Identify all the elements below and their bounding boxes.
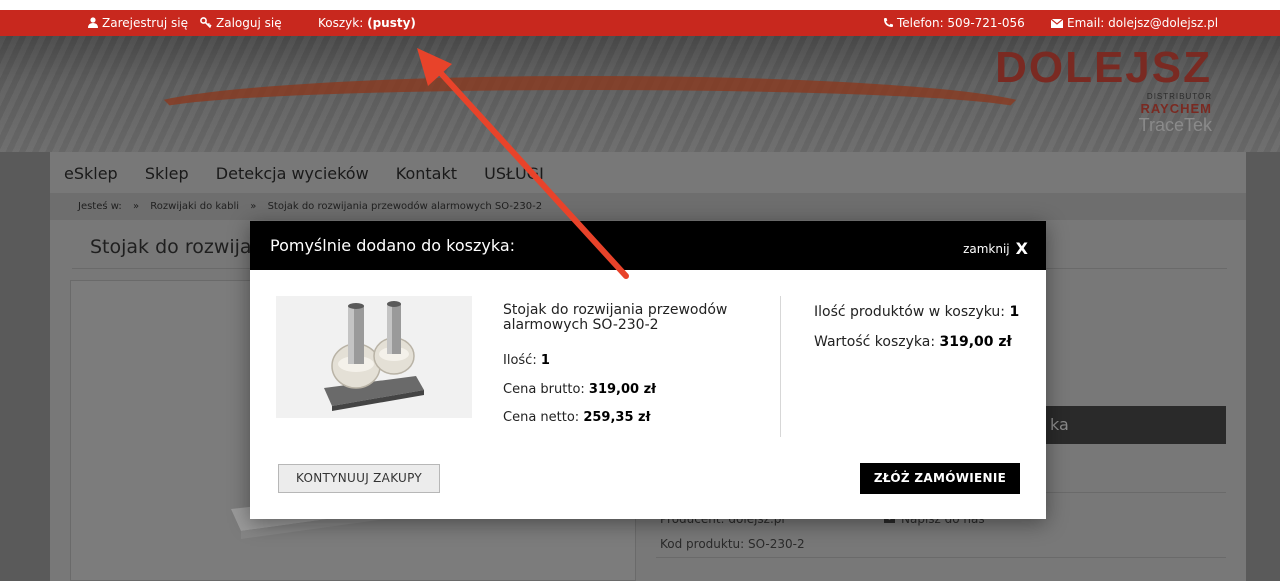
modal-header: Pomyślnie dodano do koszyka: zamknij X (250, 221, 1046, 270)
qty-value: 1 (540, 353, 550, 368)
add-to-cart-bar[interactable]: ka (1046, 406, 1226, 444)
top-bar: Zarejestruj się Zaloguj się Koszyk: (pus… (0, 10, 1280, 36)
product-thumbnail (276, 296, 472, 418)
email-link[interactable]: Email: dolejsz@dolejsz.pl (1050, 10, 1219, 36)
cart-total-value: Wartość koszyka: 319,00 zł (814, 334, 1012, 350)
envelope-icon (1050, 18, 1064, 28)
product-name[interactable]: Stojak do rozwijania przewodów alarmowyc… (503, 303, 763, 333)
divider (1046, 492, 1226, 493)
vertical-divider (780, 296, 781, 437)
cart-value-amount: 319,00 zł (939, 334, 1012, 350)
key-icon (200, 17, 212, 29)
cart-item-count: Ilość produktów w koszyku: 1 (814, 304, 1019, 320)
added-to-cart-modal: Pomyślnie dodano do koszyka: zamknij X St… (250, 221, 1046, 519)
qty-label: Ilość: (503, 353, 537, 368)
gross-value: 319,00 zł (588, 382, 657, 397)
breadcrumb-sep: » (132, 201, 140, 212)
gross-label: Cena brutto: (503, 382, 585, 397)
cart-label: Koszyk: (318, 16, 364, 30)
email-text: Email: dolejsz@dolejsz.pl (1067, 16, 1219, 30)
cable-stand-image (324, 301, 424, 411)
breadcrumb: Jesteś w: » Rozwijaki do kabli » Stojak … (78, 201, 550, 212)
cart-status: (pusty) (367, 16, 416, 30)
nav-item-sklep[interactable]: Sklep (145, 164, 189, 183)
phone-text: Telefon: 509-721-056 (897, 16, 1025, 30)
nav-item-esklep[interactable]: eSklep (64, 164, 118, 183)
site-logo[interactable]: DOLEJSZ DISTRIBUTOR RAYCHEM TraceTek (995, 43, 1212, 135)
breadcrumb-prefix: Jesteś w: (78, 201, 122, 212)
product-page-title: Stojak do rozwijan (90, 236, 264, 258)
divider (656, 557, 1226, 558)
logo-brand: DOLEJSZ (995, 43, 1212, 92)
register-link[interactable]: Zarejestruj się (88, 10, 188, 36)
product-quantity: Ilość: 1 (503, 353, 550, 368)
net-label: Cena netto: (503, 410, 580, 425)
cart-count-label: Ilość produktów w koszyku: (814, 304, 1006, 320)
user-icon (88, 17, 98, 28)
nav-item-uslugi[interactable]: USŁUGI (484, 164, 544, 183)
cart-count-value: 1 (1009, 304, 1020, 320)
phone-icon (884, 18, 893, 27)
header-banner: DOLEJSZ DISTRIBUTOR RAYCHEM TraceTek (0, 36, 1280, 152)
login-label: Zaloguj się (216, 16, 282, 30)
breadcrumb-sep: » (250, 201, 257, 212)
continue-shopping-button[interactable]: KONTYNUUJ ZAKUPY (278, 464, 440, 493)
breadcrumb-current: Stojak do rozwijania przewodów alarmowyc… (267, 201, 543, 212)
nav-item-kontakt[interactable]: Kontakt (396, 164, 457, 183)
price-net: Cena netto: 259,35 zł (503, 410, 650, 425)
breadcrumb-item[interactable]: Rozwijaki do kabli (150, 201, 239, 212)
modal-title: Pomyślnie dodano do koszyka: (270, 236, 516, 255)
register-label: Zarejestruj się (102, 16, 188, 30)
place-order-button[interactable]: ZŁÓŻ ZAMÓWIENIE (860, 463, 1020, 494)
main-nav: eSklep Sklep Detekcja wycieków Kontakt U… (64, 164, 566, 183)
phone-info: Telefon: 509-721-056 (883, 10, 1025, 36)
logo-raychem: RAYCHEM (1140, 101, 1212, 116)
logo-subtitle: DISTRIBUTOR (1146, 92, 1212, 101)
net-value: 259,35 zł (583, 410, 651, 425)
banner-cable-image (140, 76, 1040, 146)
modal-close-button[interactable]: zamknij X (963, 239, 1028, 258)
logo-tracetek: TraceTek (1138, 115, 1212, 135)
product-code-info: Kod produktu: SO-230-2 (660, 537, 805, 551)
close-icon: X (1015, 239, 1028, 258)
cart-link[interactable]: Koszyk: (pusty) (318, 10, 416, 36)
cart-value-label: Wartość koszyka: (814, 334, 936, 350)
close-label: zamknij (963, 242, 1010, 256)
login-link[interactable]: Zaloguj się (200, 10, 282, 36)
nav-item-detekcja[interactable]: Detekcja wycieków (216, 164, 369, 183)
price-gross: Cena brutto: 319,00 zł (503, 382, 656, 397)
